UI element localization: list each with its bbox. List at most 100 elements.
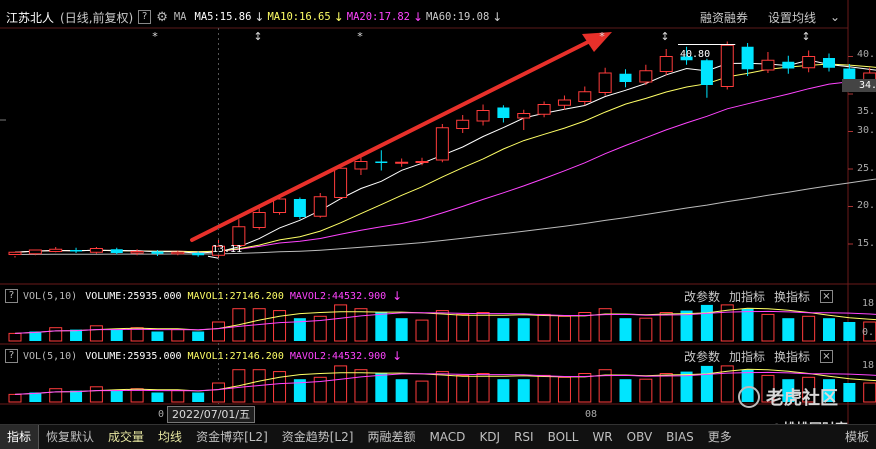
tab-bias[interactable]: BIAS [659, 425, 701, 449]
cursor-date-label: 2022/07/01/五 [167, 406, 256, 423]
candle-body-up [761, 59, 775, 71]
vol1-bar-down [823, 318, 835, 341]
vol2-bar-up [212, 382, 225, 403]
tab-fund-game[interactable]: 资金博弈[L2] [189, 425, 275, 449]
vol2-bar-down [497, 379, 510, 402]
vol2-bar-up [476, 373, 490, 403]
candle-body-down [741, 46, 754, 70]
chevron-down-icon[interactable]: ⌄ [830, 10, 840, 24]
vol2-close-icon[interactable]: × [820, 349, 833, 363]
candle-body-up [802, 56, 816, 69]
vol2-params-button[interactable]: 改参数 [684, 348, 720, 365]
price-tick-15: 15. [857, 238, 876, 249]
tab-restore-default[interactable]: 恢复默认 [39, 425, 101, 449]
tiger-logo-icon [738, 386, 760, 408]
current-price-tag: 34. [842, 79, 876, 92]
vol2-bar-up [415, 380, 429, 403]
tab-more[interactable]: 更多 [701, 425, 739, 449]
low-price-label: 13.11 [212, 244, 243, 255]
vol1-bar-down [619, 318, 632, 341]
volume-panel-2-header: ? VOL(5,10) VOLUME:25935.000 MAVOL1:2714… [0, 346, 848, 366]
vol1-arrow-down-icon: ↓ [392, 289, 403, 303]
tab-macd[interactable]: MACD [422, 425, 472, 449]
candle-body-up [252, 212, 266, 228]
candle-body-down [823, 58, 835, 68]
candle-body-up [130, 251, 144, 254]
tab-fund-trend[interactable]: 资金趋势[L2] [275, 425, 361, 449]
vol2-help-icon[interactable]: ? [5, 349, 18, 363]
indicator-tab-bar: 指标 恢复默认 成交量 均线 资金博弈[L2] 资金趋势[L2] 两融差额 MA… [0, 424, 876, 449]
vol1-bar-up [537, 313, 551, 342]
tab-ma[interactable]: 均线 [151, 425, 189, 449]
vol2-add-indicator-button[interactable]: 加指标 [729, 348, 765, 365]
vol2-bar-up [435, 371, 449, 403]
vol1-bar-up [435, 310, 449, 342]
tab-obv[interactable]: OBV [620, 425, 660, 449]
vol1-add-indicator-button[interactable]: 加指标 [729, 288, 765, 305]
vol2-bar-down [110, 390, 123, 402]
candle-body-up [395, 161, 409, 164]
vol2-switch-indicator-button[interactable]: 换指标 [774, 348, 810, 365]
candle-body-up [659, 56, 673, 72]
candle-body-down [110, 249, 123, 253]
vol2-bar-up [49, 388, 63, 403]
candle-body-up [8, 251, 22, 255]
help-icon[interactable]: ? [138, 10, 152, 24]
price-tick-25: 25. [857, 163, 876, 174]
candle-body-up [334, 167, 348, 198]
margin-trading-button[interactable]: 融资融券 [700, 9, 748, 26]
vol1-bar-down [782, 318, 795, 341]
tab-wr[interactable]: WR [585, 425, 619, 449]
tab-margin-diff[interactable]: 两融差额 [360, 425, 422, 449]
vol1-indicator-name: VOL(5,10) [23, 290, 78, 302]
candle-body-down [782, 61, 795, 69]
vol2-mavol1: MAVOL1:27146.200 [187, 350, 284, 362]
vol2-bar-up [639, 378, 653, 403]
vol2-bar-up [354, 369, 368, 403]
ma60-value: MA60:19.08 [426, 11, 490, 23]
ma20-line [14, 78, 876, 253]
vol1-bar-up [557, 315, 571, 342]
vol2-bar-down [700, 365, 713, 402]
event-marker-icon: ↕ [253, 30, 262, 43]
vol1-axis-zero: 0. [862, 327, 875, 338]
tab-rsi[interactable]: RSI [507, 425, 541, 449]
low-marker-line [207, 255, 219, 259]
vol1-bar-down [843, 322, 856, 341]
vol1-params-button[interactable]: 改参数 [684, 288, 720, 305]
period-label: (日线,前复权) [60, 10, 134, 25]
vol1-help-icon[interactable]: ? [5, 289, 18, 303]
ma5-value: MA5:15.86 [194, 11, 252, 23]
date-axis-left-label: 0 [158, 409, 165, 420]
vol1-bar-down [151, 331, 164, 341]
candle-body-up [517, 113, 531, 119]
gear-icon[interactable]: ⚙ [156, 10, 168, 25]
tab-kdj[interactable]: KDJ [472, 425, 507, 449]
vol1-bar-down [192, 331, 205, 341]
vol1-bar-up [578, 312, 592, 342]
vol1-switch-indicator-button[interactable]: 换指标 [774, 288, 810, 305]
candle-body-up [415, 161, 429, 163]
vol2-axis-top: 18. [862, 360, 876, 371]
event-marker-icon: * [357, 30, 363, 43]
vol1-mavol1: MAVOL1:27146.200 [187, 290, 284, 302]
vol2-arrow-down-icon: ↓ [392, 349, 403, 363]
vol1-bar-up [171, 329, 185, 342]
candle-body-up [578, 91, 592, 102]
vol1-bar-down [497, 318, 510, 341]
price-tick-30: 30. [857, 125, 876, 136]
high-price-label: 40.80 [680, 49, 711, 60]
event-marker-icon: * [152, 30, 158, 43]
ma-settings-button[interactable]: 设置均线 [768, 9, 816, 26]
vol2-bar-up [863, 382, 876, 403]
candle-body-up [598, 72, 612, 93]
tab-indicator[interactable]: 指标 [0, 425, 40, 449]
vol1-bar-down [375, 312, 388, 341]
vol1-close-icon[interactable]: × [820, 289, 833, 303]
candle-body-up [273, 198, 287, 213]
vol2-bar-down [843, 383, 856, 402]
tab-volume[interactable]: 成交量 [101, 425, 151, 449]
tab-boll[interactable]: BOLL [541, 425, 586, 449]
tab-template[interactable]: 模板 [838, 425, 876, 449]
vol2-bar-up [8, 393, 22, 403]
